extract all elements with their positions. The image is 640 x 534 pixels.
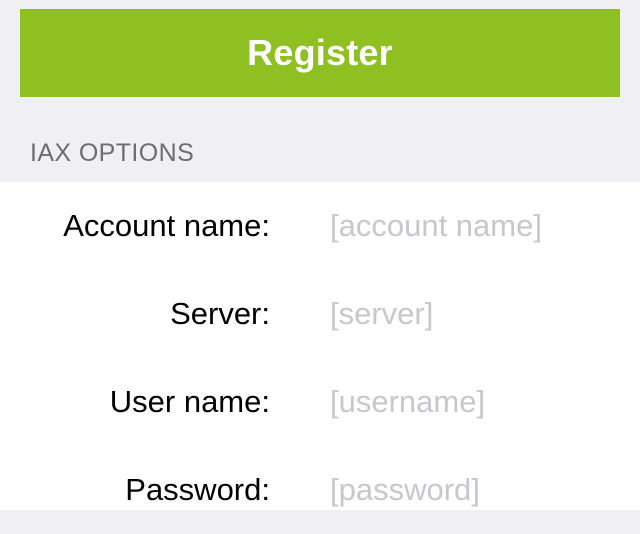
section-header-label: IAX OPTIONS — [30, 139, 195, 167]
register-button[interactable]: Register — [20, 9, 620, 97]
account-name-row: Account name: — [0, 182, 640, 270]
password-row: Password: — [0, 446, 640, 534]
user-name-row: User name: — [0, 358, 640, 446]
server-field[interactable] — [330, 290, 620, 338]
register-area: Register — [0, 0, 640, 122]
user-name-label: User name: — [109, 384, 270, 419]
account-name-label: Account name: — [63, 208, 270, 243]
password-label: Password: — [125, 472, 270, 507]
user-name-field[interactable] — [330, 378, 620, 426]
section-header: IAX OPTIONS — [0, 122, 640, 182]
server-row: Server: — [0, 270, 640, 358]
password-field[interactable] — [330, 466, 620, 514]
account-name-field[interactable] — [330, 202, 620, 250]
server-label: Server: — [170, 296, 270, 331]
iax-options-form: Account name: Server: User name: Passwor… — [0, 182, 640, 514]
